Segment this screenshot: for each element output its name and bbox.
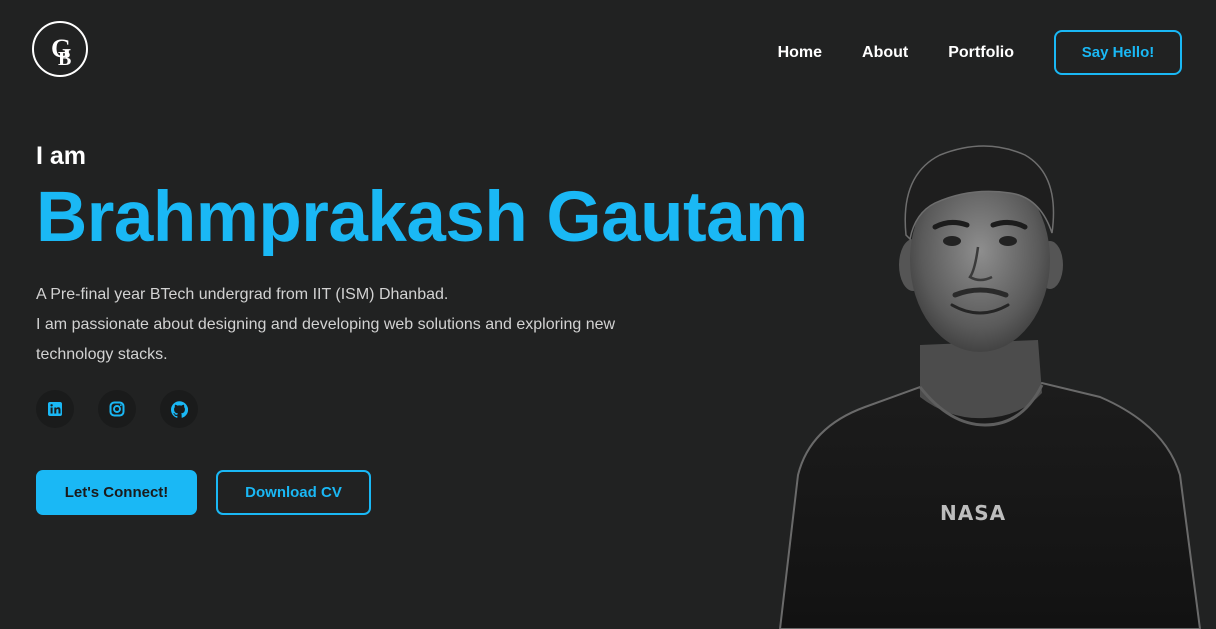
main-nav: Home About Portfolio Say Hello!: [778, 30, 1182, 75]
say-hello-button[interactable]: Say Hello!: [1054, 30, 1182, 75]
nav-link-about[interactable]: About: [862, 44, 908, 62]
nav-link-home[interactable]: Home: [778, 44, 822, 62]
nav-link-portfolio[interactable]: Portfolio: [948, 44, 1014, 62]
instagram-icon: [109, 401, 125, 417]
instagram-link[interactable]: [98, 390, 136, 428]
hero-description-line-1: A Pre-final year BTech undergrad from II…: [36, 286, 449, 303]
logo-mark: G B: [51, 34, 71, 70]
social-links: [36, 390, 866, 428]
linkedin-link[interactable]: [36, 390, 74, 428]
github-link[interactable]: [160, 390, 198, 428]
github-icon: [170, 400, 188, 418]
hero-actions: Let's Connect! Download CV: [36, 470, 866, 515]
profile-portrait: NASA: [778, 145, 1202, 629]
logo[interactable]: G B: [32, 21, 88, 77]
hero-description-line-2: I am passionate about designing and deve…: [36, 316, 616, 363]
portrait-shirt-text: NASA: [940, 501, 1006, 525]
hero-intro: I am: [36, 142, 87, 170]
logo-letter-b: B: [58, 48, 71, 70]
hero-description: A Pre-final year BTech undergrad from II…: [36, 280, 676, 370]
lets-connect-button[interactable]: Let's Connect!: [36, 470, 197, 515]
download-cv-button[interactable]: Download CV: [216, 470, 371, 515]
hero-name: Brahmprakash Gautam: [36, 178, 808, 257]
linkedin-icon: [48, 402, 62, 416]
hero-section: I am Brahmprakash Gautam A Pre-final yea…: [36, 140, 866, 515]
